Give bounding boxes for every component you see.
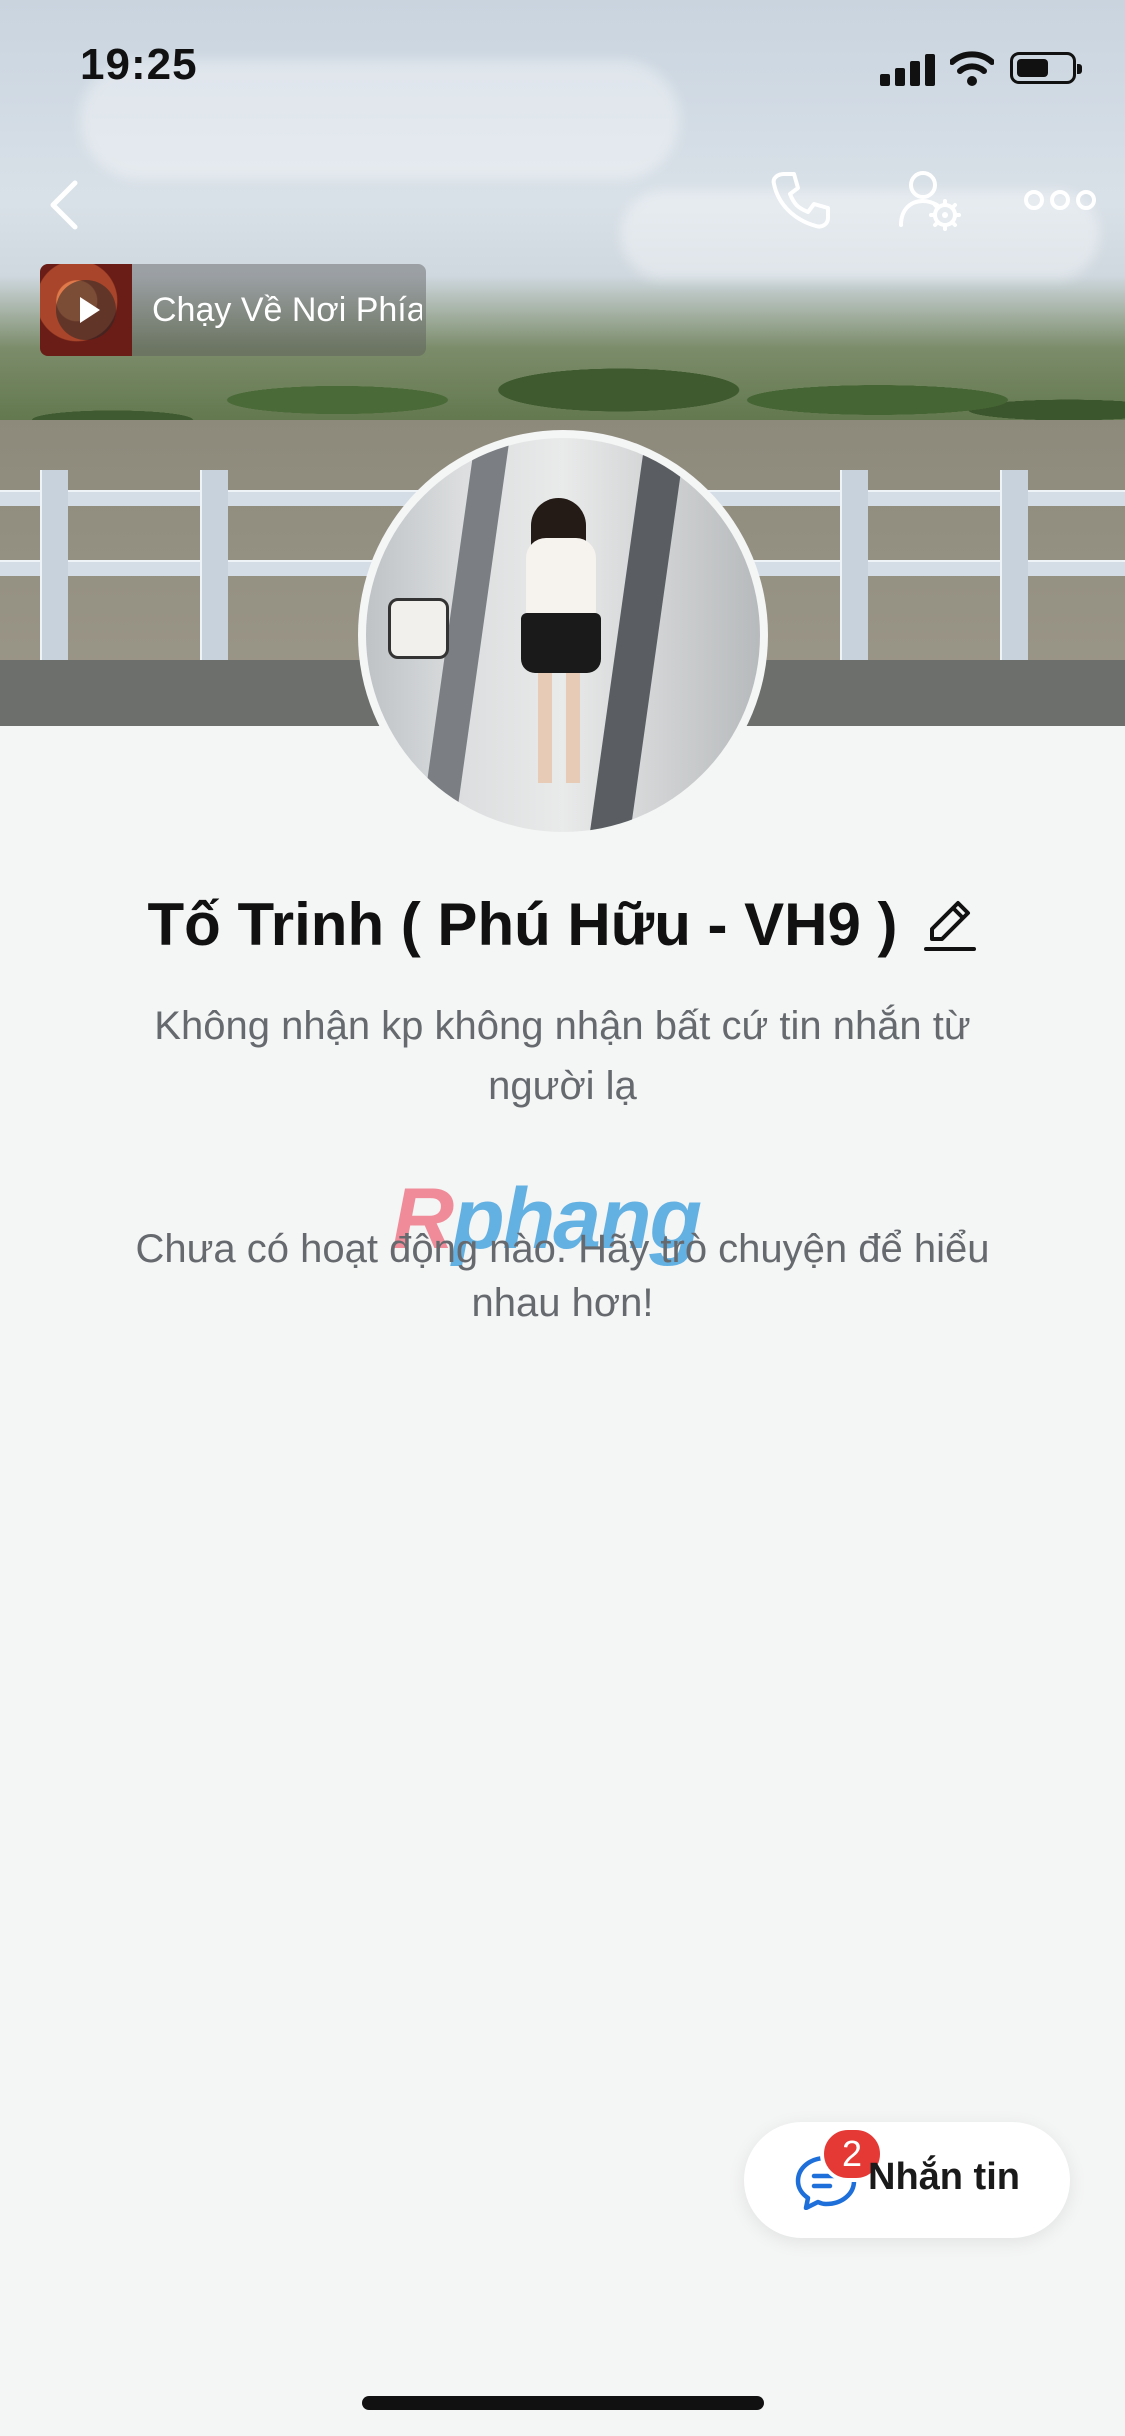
play-icon[interactable] [56, 280, 116, 340]
cellular-signal-icon [880, 52, 936, 86]
profile-name-row: Tố Trinh ( Phú Hữu - VH9 ) [0, 890, 1125, 959]
avatar[interactable] [358, 430, 768, 840]
home-indicator[interactable] [362, 2396, 764, 2410]
music-thumbnail [40, 264, 132, 356]
status-time: 19:25 [80, 40, 198, 89]
more-button[interactable] [1020, 160, 1100, 240]
profile-name: Tố Trinh ( Phú Hữu - VH9 ) [147, 891, 898, 958]
profile-settings-button[interactable] [890, 160, 970, 240]
profile-screen: 19:25 Chạy Về Nơi Phía Tố Trinh (Phú Hữ… [0, 0, 1125, 2436]
message-button-label: Nhắn tin [868, 2156, 1020, 2198]
pencil-icon[interactable] [922, 897, 978, 953]
chevron-left-icon [50, 180, 78, 230]
profile-music-chip[interactable]: Chạy Về Nơi Phía Anh [40, 264, 426, 356]
back-button[interactable] [30, 170, 100, 240]
empty-activity-message: Chưa có hoạt động nào. Hãy trò chuyện để… [135, 1227, 990, 1325]
music-title: Chạy Về Nơi Phía Anh [152, 290, 422, 329]
message-button[interactable]: 2 Nhắn tin [744, 2122, 1070, 2238]
wifi-icon [950, 51, 994, 86]
battery-icon [1010, 52, 1082, 84]
avatar-image [366, 438, 760, 832]
more-horizontal-icon [1024, 190, 1096, 210]
profile-bio: Không nhận kp không nhận bất cứ tin nhắn… [154, 1004, 971, 1108]
status-bar: 19:25 [0, 0, 1125, 140]
user-settings-icon [899, 171, 961, 231]
phone-icon [771, 172, 830, 229]
call-button[interactable] [760, 160, 840, 240]
